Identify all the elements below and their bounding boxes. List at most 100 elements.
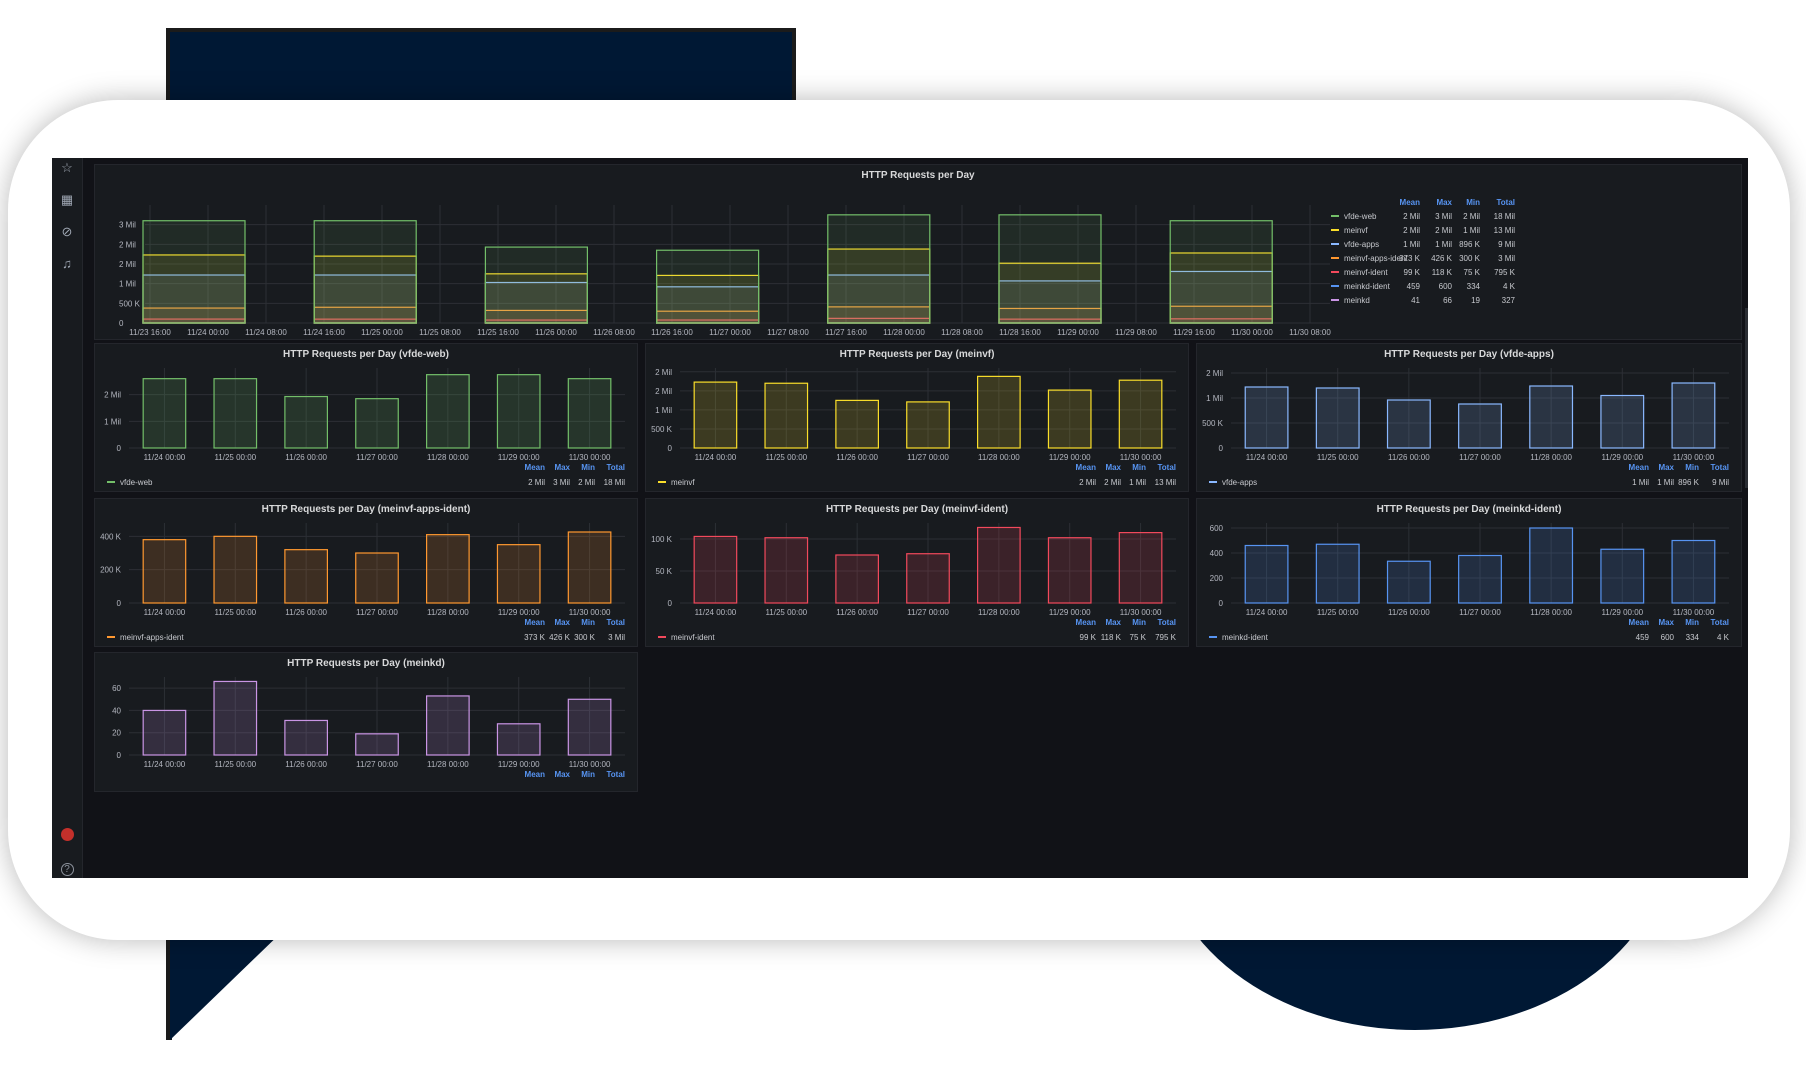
legend-stat-value: 9 Mil: [1712, 478, 1729, 487]
bar-meinkd-ident: [1529, 527, 1574, 604]
x-tick-label: 11/27 00:00: [907, 453, 949, 462]
legend-series-name: meinkd-ident: [1344, 282, 1391, 291]
x-tick-label: 11/30 00:00: [1231, 328, 1273, 337]
legend-stat-value: 41: [1411, 296, 1420, 305]
legend-stat-value: 2 Mil: [1463, 212, 1480, 221]
legend-stat-value: 2 Mil: [528, 478, 545, 487]
legend-header: Max: [1105, 463, 1121, 472]
panel-vfde-apps: HTTP Requests per Day (vfde-apps) 0 500 K…: [1196, 343, 1742, 492]
help-icon[interactable]: ?: [52, 863, 82, 876]
stacked-bar-chart: 0 500 K 1 Mil 2 Mil 2 Mil 3 Mil 11/23 16:00 11/…: [119, 198, 1516, 337]
bar-meinkd-ident: [1600, 548, 1645, 604]
legend-header: Mean: [1629, 463, 1650, 472]
legend-stat-value: 1 Mil: [1632, 478, 1649, 487]
legend-header: Total: [606, 618, 625, 627]
x-tick-label: 11/30 00:00: [1120, 453, 1162, 462]
bar-meinvf: [977, 375, 1021, 449]
panel-meinkd: HTTP Requests per Day (meinkd) 0 20 40 60 11…: [94, 652, 638, 792]
legend-stat-value: 4 K: [1503, 282, 1516, 291]
legend-header: Total: [606, 770, 625, 779]
bar-meinkd-ident: [1458, 554, 1502, 604]
x-tick-label: 11/30 00:00: [1673, 608, 1715, 617]
bar-vfde-apps: [1671, 382, 1716, 449]
y-tick-label: 0: [1219, 599, 1224, 608]
legend-stat-value: 896 K: [1678, 478, 1700, 487]
legend-stat-value: 66: [1443, 296, 1452, 305]
star-icon[interactable]: ☆: [59, 161, 75, 175]
legend-series-name: meinkd: [1344, 296, 1370, 305]
x-tick-label: 11/27 00:00: [356, 608, 398, 617]
panel-vfde-web: HTTP Requests per Day (vfde-web) 01 Mil 2…: [94, 343, 638, 492]
legend-series-name: meinvf: [671, 478, 695, 487]
legend-header: Total: [1710, 618, 1729, 627]
panel-meinvf-apps-ident: HTTP Requests per Day (meinvf-apps-ident…: [94, 498, 638, 647]
bar-vfde-web: [496, 374, 541, 449]
legend-series-name: vfde-web: [120, 478, 153, 487]
x-tick-label: 11/29 00:00: [498, 453, 540, 462]
legend-stat-value: 2 Mil: [578, 478, 595, 487]
legend-header: Mean: [1400, 198, 1421, 207]
legend-header: Min: [1685, 463, 1699, 472]
bar-meinkd-ident: [1315, 543, 1360, 604]
legend-stat-value: 300 K: [1459, 254, 1481, 263]
y-tick-label: 0: [668, 599, 673, 608]
bar-meinvf-apps-ident: [426, 534, 470, 604]
legend-header: Max: [1436, 198, 1452, 207]
legend-series-name: meinvf-apps-ident: [120, 633, 184, 642]
bar-vfde-web: [998, 214, 1102, 324]
bar-meinkd-ident: [1671, 539, 1716, 604]
legend-header: Max: [1105, 618, 1121, 627]
bar-meinkd: [426, 695, 470, 756]
legend-header: Max: [554, 463, 570, 472]
x-tick-label: 11/26 00:00: [285, 453, 327, 462]
legend-header: Max: [554, 618, 570, 627]
alerting-icon[interactable]: ♫: [59, 257, 75, 271]
y-tick-label: 1 Mil: [104, 417, 121, 426]
x-tick-label: 11/28 00:00: [883, 328, 925, 337]
bar-vfde-web: [655, 249, 760, 324]
legend-header: Min: [1132, 618, 1146, 627]
explore-icon[interactable]: ⊘: [59, 225, 75, 239]
x-tick-label: 11/24 00:00: [695, 453, 737, 462]
x-tick-label: 11/26 00:00: [285, 608, 327, 617]
bar-vfde-apps: [1386, 399, 1431, 449]
legend-stat-value: 896 K: [1459, 240, 1481, 249]
bar-meinvf-ident: [977, 526, 1021, 604]
sidebar: ☆ ▦ ⊘ ♫ ?: [52, 158, 83, 878]
x-tick-label: 11/26 00:00: [1388, 608, 1430, 617]
x-tick-label: 11/26 00:00: [535, 328, 577, 337]
dashboards-icon[interactable]: ▦: [59, 193, 75, 207]
legend-stat-value: 373 K: [1399, 254, 1421, 263]
legend-stat-value: 459: [1407, 282, 1421, 291]
x-tick-label: 11/29 00:00: [1049, 608, 1091, 617]
bar-meinvf: [835, 399, 879, 449]
x-tick-label: 11/28 08:00: [941, 328, 983, 337]
legend-stat-value: 2 Mil: [1079, 478, 1096, 487]
bar-vfde-web: [213, 378, 258, 449]
y-tick-label: 40: [112, 706, 121, 715]
y-tick-label: 0: [117, 751, 122, 760]
user-avatar-icon[interactable]: [52, 828, 82, 846]
legend-series-name: meinvf-ident: [671, 633, 715, 642]
x-tick-label: 11/28 00:00: [978, 608, 1020, 617]
bar-meinkd: [496, 723, 541, 756]
legend-header: Max: [554, 770, 570, 779]
legend-stat-value: 99 K: [1080, 633, 1097, 642]
legend-stat-value: 75 K: [1464, 268, 1481, 277]
x-tick-label: 11/27 00:00: [1459, 608, 1501, 617]
y-tick-label: 2 Mil: [655, 368, 672, 377]
scrollbar[interactable]: [1745, 308, 1748, 488]
bar-meinvf-apps-ident: [567, 531, 612, 604]
legend-stat-value: 334: [1467, 282, 1481, 291]
x-tick-label: 11/29 08:00: [1115, 328, 1157, 337]
y-tick-label: 200: [1210, 574, 1224, 583]
legend-series-name: meinvf: [1344, 226, 1368, 235]
x-tick-label: 11/25 00:00: [765, 453, 807, 462]
legend-stat-value: 2 Mil: [1435, 226, 1452, 235]
bar-vfde-web: [567, 378, 612, 449]
x-tick-label: 11/29 00:00: [1601, 608, 1643, 617]
x-tick-label: 11/25 00:00: [361, 328, 403, 337]
x-tick-label: 11/28 00:00: [427, 453, 469, 462]
x-tick-label: 11/23 16:00: [129, 328, 171, 337]
x-tick-label: 11/28 00:00: [1530, 608, 1572, 617]
